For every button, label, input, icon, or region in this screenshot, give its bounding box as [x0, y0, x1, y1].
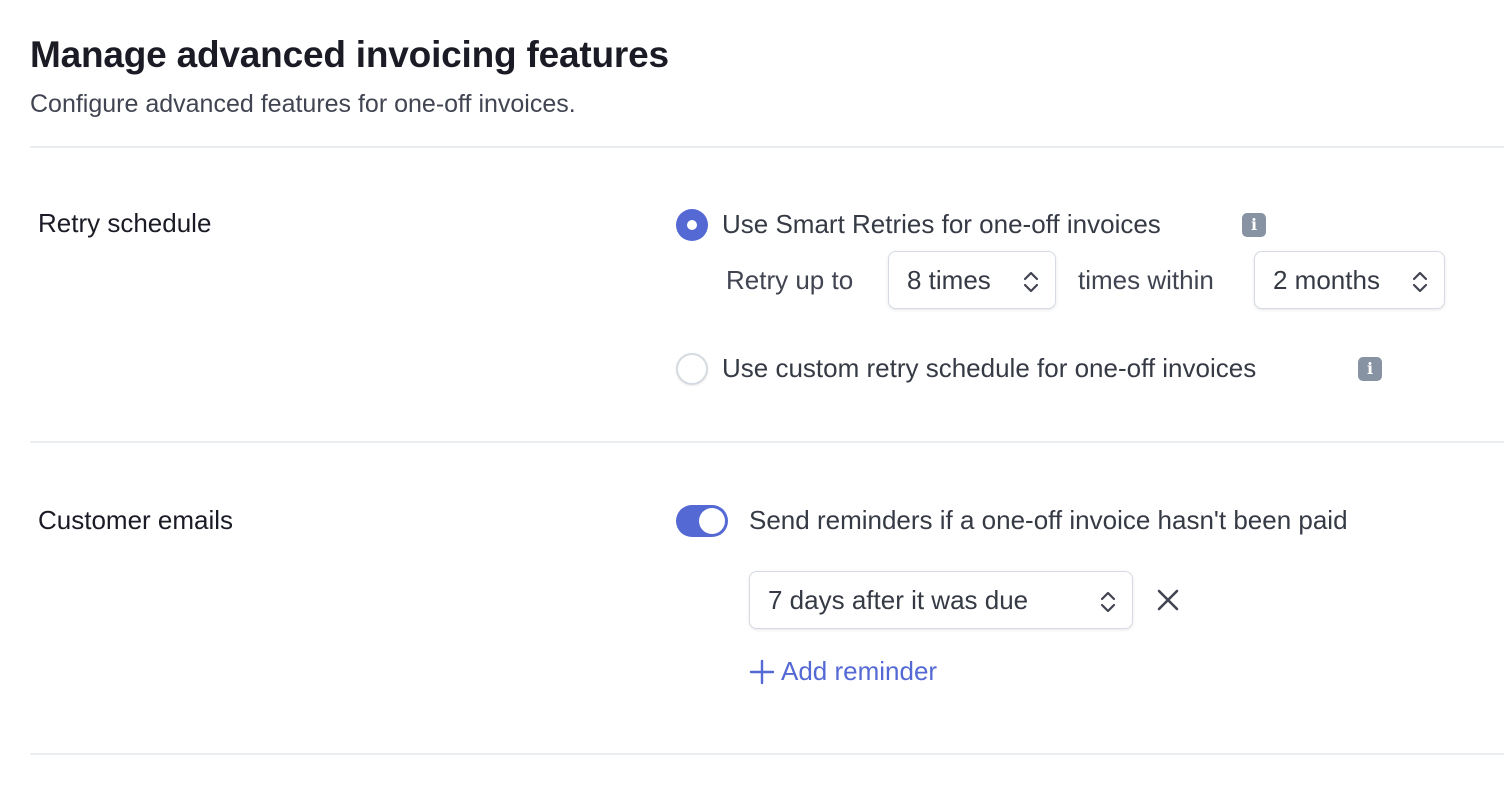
- chevron-up-down-icon: [1023, 271, 1039, 293]
- send-reminders-toggle[interactable]: [676, 505, 728, 537]
- retry-window-value: 2 months: [1273, 264, 1380, 295]
- retry-middle-text: times within: [1078, 265, 1214, 295]
- chevron-up-down-icon: [1100, 591, 1116, 613]
- page-title: Manage advanced invoicing features: [30, 34, 669, 75]
- custom-retry-label[interactable]: Use custom retry schedule for one-off in…: [722, 353, 1256, 384]
- info-icon[interactable]: i: [1242, 213, 1266, 237]
- customer-emails-label: Customer emails: [38, 505, 234, 535]
- divider: [30, 441, 1504, 443]
- custom-retry-radio[interactable]: [676, 353, 708, 385]
- divider: [30, 753, 1504, 755]
- add-reminder-label: Add reminder: [781, 656, 938, 686]
- chevron-up-down-icon: [1412, 271, 1428, 293]
- reminder-timing-value: 7 days after it was due: [768, 584, 1029, 615]
- retry-count-value: 8 times: [907, 264, 991, 295]
- retry-window-select[interactable]: 2 months: [1254, 251, 1445, 309]
- page-subtitle: Configure advanced features for one-off …: [30, 90, 576, 118]
- send-reminders-label: Send reminders if a one-off invoice hasn…: [749, 505, 1348, 535]
- smart-retries-radio[interactable]: [676, 209, 708, 241]
- info-icon[interactable]: i: [1358, 357, 1382, 381]
- close-icon[interactable]: [1155, 587, 1181, 613]
- add-reminder-button[interactable]: Add reminder: [749, 656, 937, 687]
- reminder-timing-select[interactable]: 7 days after it was due: [749, 571, 1133, 629]
- divider: [30, 146, 1504, 148]
- plus-icon: [749, 659, 775, 684]
- retry-count-select[interactable]: 8 times: [888, 251, 1056, 309]
- retry-prefix-text: Retry up to: [726, 265, 854, 295]
- retry-schedule-label: Retry schedule: [38, 208, 212, 238]
- smart-retries-label[interactable]: Use Smart Retries for one-off invoices: [722, 209, 1161, 240]
